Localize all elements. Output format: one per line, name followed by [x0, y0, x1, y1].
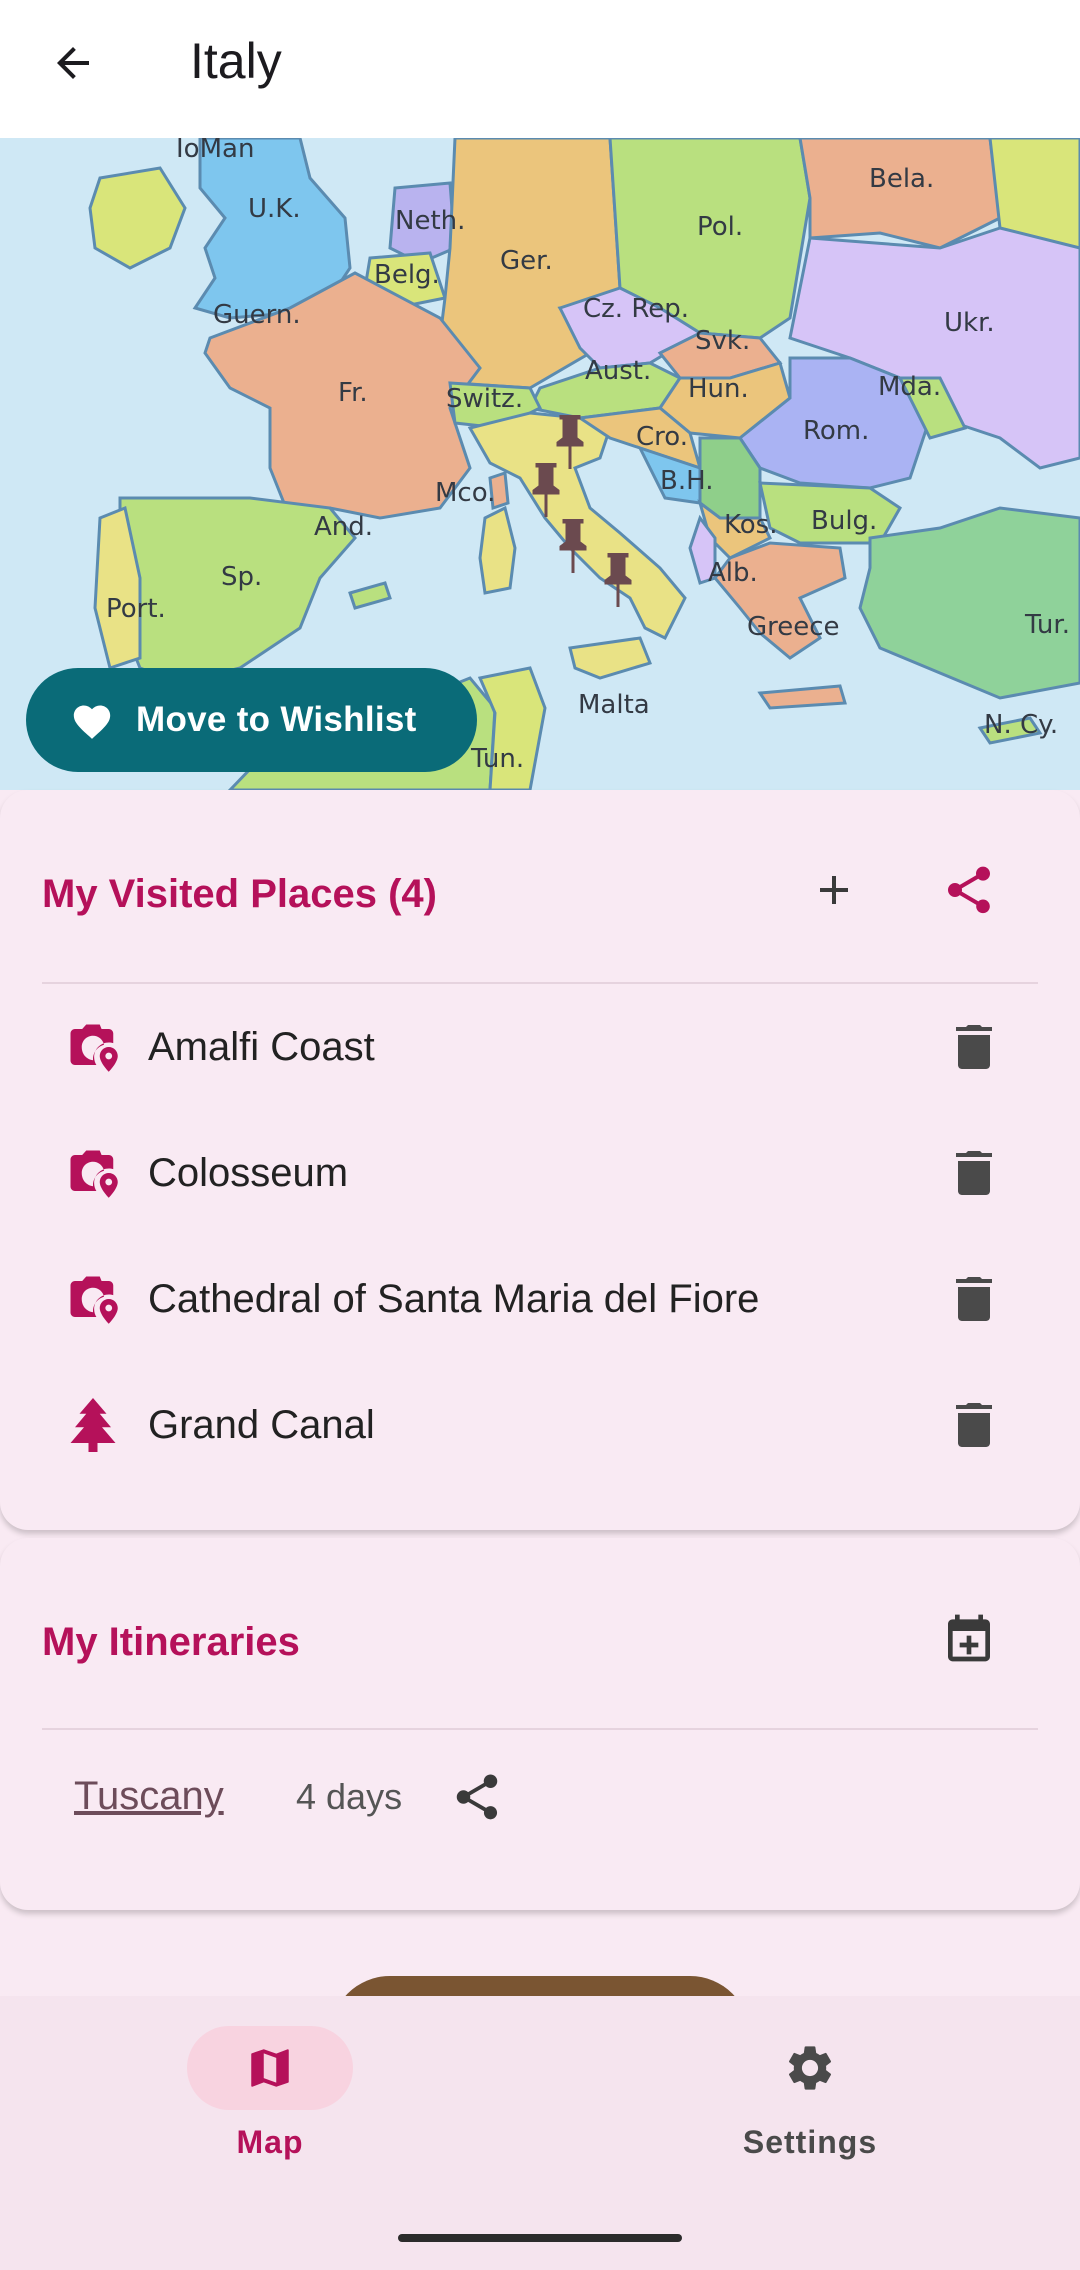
map-label-bulg: Bulg.: [811, 506, 878, 536]
gesture-home-bar[interactable]: [398, 2234, 682, 2242]
calendar-add-icon: [948, 1614, 990, 1662]
place-name: Colosseum: [148, 1150, 349, 1195]
nav-item-map[interactable]: Map: [120, 2026, 420, 2176]
visited-places-card: My Visited Places (4) Amalfi Coast Colos…: [0, 790, 1080, 1530]
map-label-malta: Malta: [578, 690, 650, 720]
map-label-ukr: Ukr.: [944, 308, 995, 338]
itineraries-title: My Itineraries: [42, 1620, 300, 1664]
gear-icon: [788, 2046, 832, 2090]
place-name: Amalfi Coast: [148, 1024, 375, 1069]
trash-icon: [956, 1151, 992, 1195]
itineraries-card: My Itineraries Tuscany 4 days: [0, 1538, 1080, 1910]
trash-icon: [956, 1403, 992, 1447]
map-pin-icon[interactable]: [528, 462, 564, 518]
map-label-hun: Hun.: [688, 374, 749, 404]
divider: [42, 1728, 1038, 1730]
add-place-button[interactable]: [794, 850, 874, 930]
nav-indicator: [727, 2026, 893, 2110]
itinerary-link-tuscany[interactable]: Tuscany: [74, 1774, 224, 1819]
top-app-bar: Italy: [0, 0, 1080, 138]
map-label-mco: Mco.: [435, 478, 496, 508]
map-label-bh: B.H.: [660, 466, 714, 496]
map-label-neth: Neth.: [395, 206, 466, 236]
delete-place-button[interactable]: [944, 1390, 1004, 1460]
delete-place-button[interactable]: [944, 1264, 1004, 1334]
place-name: Grand Canal: [148, 1402, 375, 1447]
map-label-switz: Switz.: [446, 384, 524, 414]
map-label-greece: Greece: [747, 612, 840, 642]
bottom-navigation: Map Settings: [0, 1996, 1080, 2270]
tree-icon: [64, 1396, 122, 1454]
wishlist-button-label: Move to Wishlist: [136, 700, 417, 739]
map-label-rom: Rom.: [803, 416, 870, 446]
map-label-sp: Sp.: [221, 562, 263, 592]
itinerary-days: 4 days: [296, 1776, 403, 1817]
map-label-svk: Svk.: [695, 326, 751, 356]
map-label-cro: Cro.: [636, 422, 688, 452]
trash-icon: [956, 1025, 992, 1069]
map-label-alb: Alb.: [708, 558, 758, 588]
camera-pin-icon: [64, 1018, 122, 1076]
share-itinerary-button[interactable]: [442, 1762, 512, 1832]
page-title: Italy: [190, 33, 282, 89]
map-label-aust: Aust.: [585, 356, 652, 386]
map-label-ioman: IoMan: [176, 138, 255, 164]
map-pin-icon[interactable]: [555, 518, 591, 574]
place-row-cathedral[interactable]: Cathedral of Santa Maria del Fiore: [0, 1236, 1080, 1362]
map-label-belg: Belg.: [374, 260, 440, 290]
map-label-uk: U.K.: [248, 194, 301, 224]
map-label-fr: Fr.: [338, 378, 368, 408]
place-name: Cathedral of Santa Maria del Fiore: [148, 1276, 760, 1321]
share-icon: [948, 866, 990, 914]
delete-place-button[interactable]: [944, 1138, 1004, 1208]
back-button[interactable]: [38, 28, 108, 98]
delete-place-button[interactable]: [944, 1012, 1004, 1082]
place-row-colosseum[interactable]: Colosseum: [0, 1110, 1080, 1236]
map-icon: [251, 2049, 289, 2087]
camera-pin-icon: [64, 1144, 122, 1202]
map-label-bela: Bela.: [869, 164, 935, 194]
place-row-amalfi-coast[interactable]: Amalfi Coast: [0, 984, 1080, 1110]
share-visited-button[interactable]: [929, 850, 1009, 930]
nav-label-settings: Settings: [742, 2124, 878, 2160]
map-label-and: And.: [314, 512, 374, 542]
map-pin-icon[interactable]: [600, 552, 636, 608]
map-label-ger: Ger.: [500, 246, 553, 276]
visited-places-title: My Visited Places (4): [42, 872, 437, 916]
map-label-ncy: N. Cy.: [984, 710, 1059, 740]
nav-label-map: Map: [236, 2124, 304, 2160]
camera-pin-icon: [64, 1270, 122, 1328]
map-label-czrep: Cz. Rep.: [583, 294, 689, 324]
share-icon: [456, 1774, 498, 1820]
nav-item-settings[interactable]: Settings: [660, 2026, 960, 2176]
map-label-port: Port.: [106, 594, 166, 624]
add-itinerary-button[interactable]: [929, 1598, 1009, 1678]
arrow-back-icon: [57, 47, 89, 79]
heart-icon: [70, 700, 114, 740]
place-row-grand-canal[interactable]: Grand Canal: [0, 1362, 1080, 1488]
map-label-mda: Mda.: [878, 372, 942, 402]
map-label-tun: Tun.: [471, 744, 525, 774]
trash-icon: [956, 1277, 992, 1321]
map-label-tur: Tur.: [1025, 610, 1070, 640]
nav-indicator: [187, 2026, 353, 2110]
move-to-wishlist-button[interactable]: Move to Wishlist: [26, 668, 477, 772]
map-label-pol: Pol.: [697, 212, 744, 242]
map-label-guern: Guern.: [213, 300, 301, 330]
map-label-kos: Kos.: [724, 510, 778, 540]
plus-icon: [820, 876, 848, 904]
